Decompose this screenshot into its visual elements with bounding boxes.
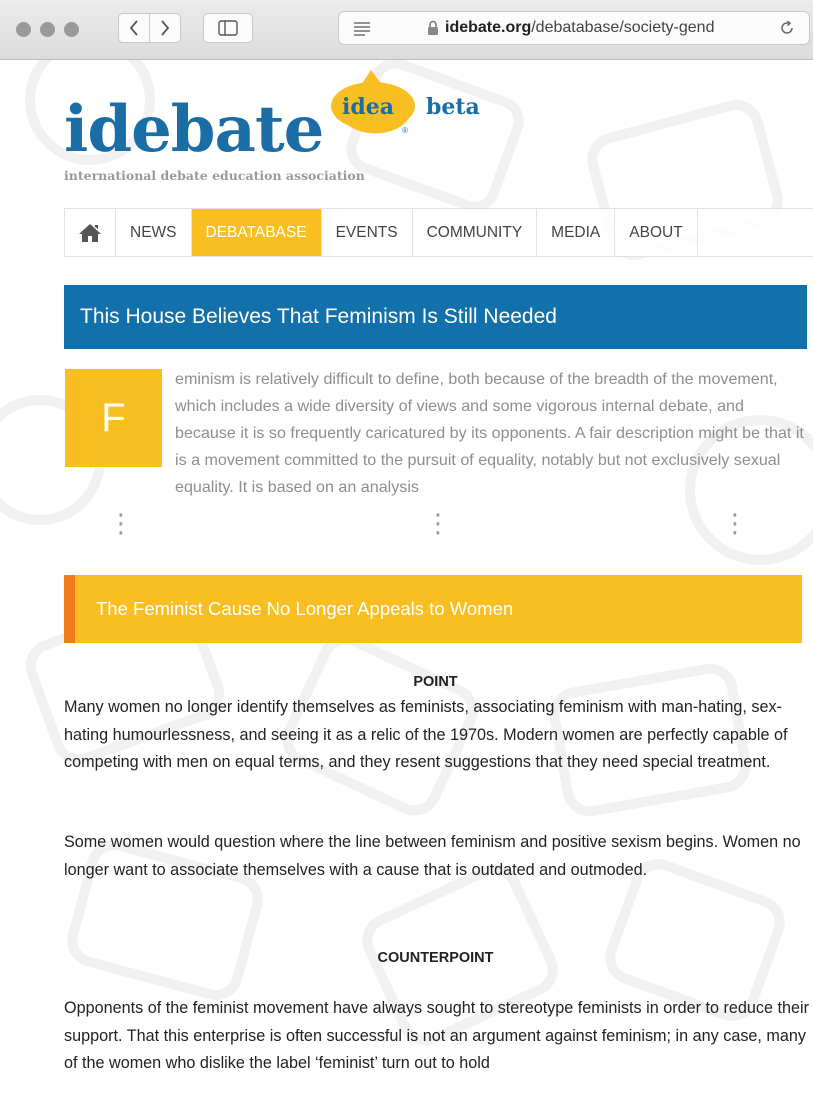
reader-icon[interactable] [353, 20, 371, 36]
nav-home[interactable] [64, 209, 116, 256]
nav-community[interactable]: COMMUNITY [413, 209, 538, 256]
main-nav: NEWS DEBATABASE EVENTS COMMUNITY MEDIA A… [64, 208, 813, 257]
sidebar-toggle-button[interactable] [203, 13, 253, 43]
expand-intro-dots-center[interactable]: ⋮ [425, 510, 451, 536]
home-icon [79, 223, 101, 242]
minimize-window-button[interactable] [40, 22, 55, 37]
logo-idea-text: idea [342, 94, 394, 120]
url-text: idebate.org/debatabase/society-gend [445, 19, 731, 37]
logo-subtitle: international debate education associati… [64, 168, 365, 183]
nav-debatabase[interactable]: DEBATABASE [191, 209, 322, 256]
url-domain: idebate.org [445, 19, 532, 36]
expand-intro-dots-left[interactable]: ⋮ [108, 510, 134, 536]
registered-mark: ® [402, 126, 408, 135]
lock-icon [428, 20, 438, 35]
close-window-button[interactable] [16, 22, 31, 37]
counterpoint-paragraph-1: Opponents of the feminist movement have … [64, 999, 810, 1072]
browser-toolbar: idebate.org/debatabase/society-gend [0, 0, 813, 60]
forward-button[interactable] [149, 13, 181, 43]
logo-beta-text: beta [426, 94, 480, 120]
intro-text: eminism is relatively difficult to defin… [175, 370, 804, 496]
nav-about[interactable]: ABOUT [615, 209, 698, 256]
point-paragraph-1: Many women no longer identify themselves… [64, 698, 788, 771]
argument-title-bar[interactable]: The Feminist Cause No Longer Appeals to … [64, 575, 802, 643]
url-path: /debatabase/society-gend [531, 19, 715, 36]
page-title-bar: This House Believes That Feminism Is Sti… [64, 285, 807, 349]
point-heading: POINT [413, 674, 458, 690]
back-button[interactable] [118, 13, 150, 43]
point-paragraph-2: Some women would question where the line… [64, 833, 801, 879]
chevron-right-icon [161, 20, 170, 36]
maximize-window-button[interactable] [64, 22, 79, 37]
expand-intro-dots-right[interactable]: ⋮ [722, 510, 748, 536]
counterpoint-heading: COUNTERPOINT [377, 950, 494, 966]
chevron-left-icon [129, 20, 138, 36]
nav-events[interactable]: EVENTS [322, 209, 413, 256]
nav-media[interactable]: MEDIA [537, 209, 616, 256]
nav-news[interactable]: NEWS [116, 209, 192, 256]
idebate-logo[interactable]: idebate idea beta ® international debate… [64, 70, 494, 190]
page-title: This House Believes That Feminism Is Sti… [80, 305, 557, 328]
argument-title: The Feminist Cause No Longer Appeals to … [96, 598, 514, 619]
sidebar-icon [218, 20, 238, 36]
address-bar[interactable]: idebate.org/debatabase/society-gend [338, 11, 810, 45]
logo-wordmark: idebate [64, 92, 324, 167]
dropcap: F [65, 369, 162, 467]
reload-icon[interactable] [779, 20, 795, 36]
